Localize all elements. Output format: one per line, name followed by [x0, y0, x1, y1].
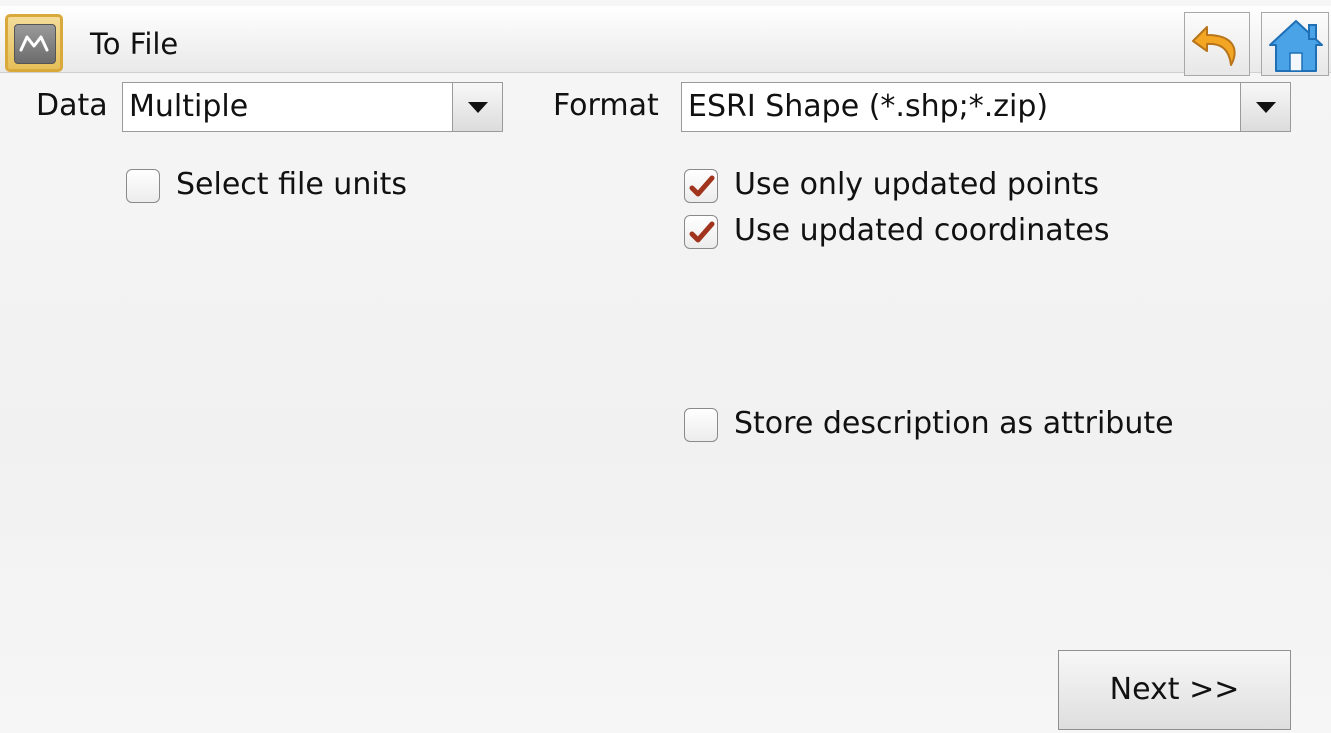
chevron-down-icon	[1256, 102, 1276, 113]
title-bar: To File	[0, 6, 1331, 76]
back-button[interactable]	[1184, 12, 1250, 76]
main-menu-button[interactable]	[5, 14, 63, 72]
home-icon	[1269, 20, 1323, 72]
data-dropdown-button[interactable]	[452, 83, 502, 131]
m-letter-icon	[19, 35, 49, 52]
use-updated-coordinates-label: Use updated coordinates	[734, 213, 1110, 248]
use-only-updated-points-label: Use only updated points	[734, 167, 1099, 202]
format-dropdown-value: ESRI Shape (*.shp;*.zip)	[688, 89, 1049, 124]
use-only-updated-points-option[interactable]: Use only updated points	[684, 166, 1144, 206]
next-button[interactable]: Next >>	[1058, 650, 1291, 730]
to-file-screen: To File Data Multiple Format ESRI Shape …	[0, 0, 1331, 733]
store-description-as-attribute-checkbox[interactable]	[684, 408, 718, 442]
checkmark-icon	[689, 221, 715, 243]
use-updated-coordinates-option[interactable]: Use updated coordinates	[684, 212, 1144, 252]
format-label: Format	[553, 88, 659, 123]
select-file-units-option[interactable]: Select file units	[126, 166, 446, 206]
data-dropdown[interactable]: Multiple	[122, 82, 503, 132]
checkmark-icon	[689, 175, 715, 197]
format-dropdown-button[interactable]	[1240, 83, 1290, 131]
format-dropdown[interactable]: ESRI Shape (*.shp;*.zip)	[681, 82, 1291, 132]
data-dropdown-value: Multiple	[129, 89, 249, 124]
store-description-as-attribute-option[interactable]: Store description as attribute	[684, 405, 1204, 445]
chevron-down-icon	[468, 102, 488, 113]
undo-arrow-icon	[1192, 26, 1236, 66]
use-updated-coordinates-checkbox[interactable]	[684, 215, 718, 249]
use-only-updated-points-checkbox[interactable]	[684, 169, 718, 203]
page-title: To File	[90, 27, 179, 61]
select-file-units-label: Select file units	[176, 167, 408, 202]
home-button[interactable]	[1261, 12, 1329, 76]
store-description-as-attribute-label: Store description as attribute	[734, 406, 1174, 441]
select-file-units-checkbox[interactable]	[126, 169, 160, 203]
data-label: Data	[36, 88, 108, 123]
